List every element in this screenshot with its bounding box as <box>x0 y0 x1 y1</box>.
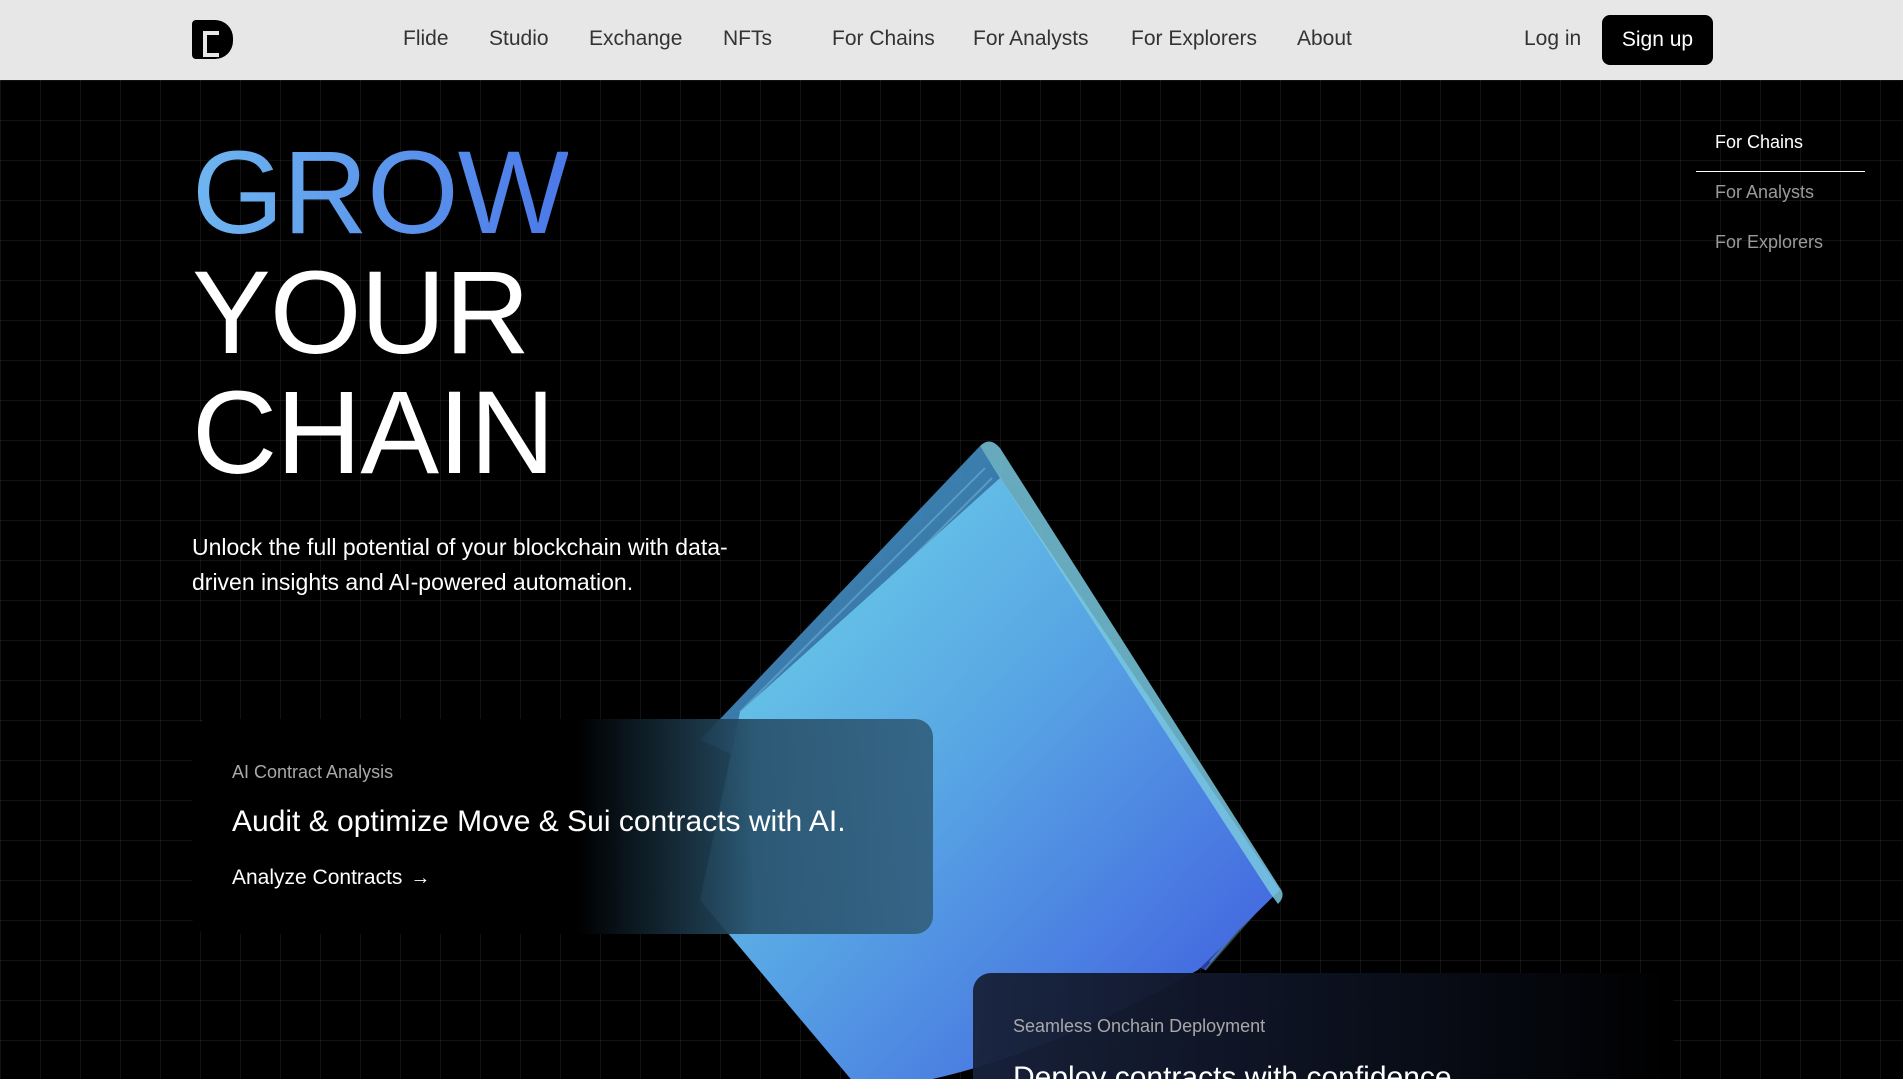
page: Flide Studio Exchange NFTs For Chains Fo… <box>0 0 1903 1079</box>
nav-link-nfts[interactable]: NFTs <box>723 27 772 51</box>
analyze-contracts-link-label: Analyze Contracts <box>232 866 403 889</box>
hero-title-line-1: GROW <box>192 127 569 259</box>
top-navbar: Flide Studio Exchange NFTs For Chains Fo… <box>0 0 1903 80</box>
nav-link-for-explorers[interactable]: For Explorers <box>1131 27 1257 51</box>
nav-link-flide[interactable]: Flide <box>403 27 449 51</box>
nav-link-for-analysts[interactable]: For Analysts <box>973 27 1089 51</box>
section-menu: For Chains For Analysts For Explorers <box>1696 122 1865 272</box>
card-title: Audit & optimize Move & Sui contracts wi… <box>232 805 846 838</box>
login-link[interactable]: Log in <box>1524 27 1581 51</box>
hero-title-line-3: CHAIN <box>192 367 555 499</box>
nav-link-for-chains[interactable]: For Chains <box>832 27 935 51</box>
card-label: Seamless Onchain Deployment <box>1013 1016 1266 1036</box>
section-menu-item-for-explorers[interactable]: For Explorers <box>1696 222 1865 272</box>
section-menu-item-for-chains[interactable]: For Chains <box>1696 122 1865 172</box>
nav-link-about[interactable]: About <box>1297 27 1352 51</box>
nav-link-studio[interactable]: Studio <box>489 27 549 51</box>
signup-button[interactable]: Sign up <box>1602 15 1713 65</box>
analyze-contracts-link[interactable]: Analyze Contracts → <box>232 866 430 890</box>
card-label: AI Contract Analysis <box>232 762 394 782</box>
section-menu-item-for-analysts[interactable]: For Analysts <box>1696 172 1865 222</box>
card-title: Deploy contracts with confidence <box>1013 1061 1452 1079</box>
feature-card-onchain-deployment: Seamless Onchain Deployment Deploy contr… <box>973 973 1673 1079</box>
arrow-right-icon: → <box>410 867 431 889</box>
nav-link-exchange[interactable]: Exchange <box>589 27 682 51</box>
logo-icon[interactable] <box>192 20 233 59</box>
hero-subtitle: Unlock the full potential of your blockc… <box>192 534 728 595</box>
hero-title-line-2: YOUR <box>192 247 530 379</box>
feature-card-ai-contract-analysis: AI Contract Analysis Audit & optimize Mo… <box>192 719 933 934</box>
